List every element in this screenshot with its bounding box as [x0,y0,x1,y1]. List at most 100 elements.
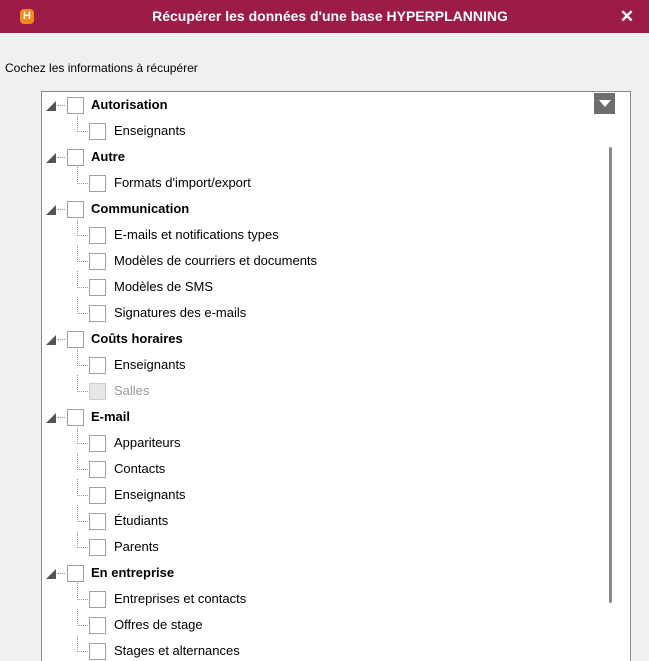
tree-connector [77,479,88,496]
tree-connector [77,375,88,392]
item-label: Offres de stage [114,617,203,632]
category-checkbox[interactable] [67,149,84,166]
tree-connector [77,505,88,522]
tree-connector [77,271,88,288]
item-label: Enseignants [114,487,186,502]
item-label: Modèles de SMS [114,279,213,294]
item-label: Parents [114,539,159,554]
category-tree: Autorisation Enseignants Autre Formats d'im… [42,92,602,661]
tree-connector [77,219,88,236]
tree-connector [77,531,88,548]
item-checkbox[interactable] [89,487,106,504]
item-checkbox[interactable] [89,279,106,296]
tree-connector [77,453,88,470]
category-row[interactable]: Communication [42,196,602,222]
category-label: E-mail [91,409,131,424]
item-checkbox[interactable] [89,539,106,556]
instruction-label: Cochez les informations à récupérer [5,61,198,75]
tree-connector [57,417,65,418]
item-checkbox[interactable] [89,227,106,244]
item-row[interactable]: Appariteurs [42,427,602,456]
category-checkbox[interactable] [67,97,84,114]
item-checkbox[interactable] [89,123,106,140]
close-button[interactable]: ✕ [613,0,641,33]
item-label: Signatures des e-mails [114,305,247,320]
category-row[interactable]: Autre [42,144,602,170]
category-checkbox[interactable] [67,201,84,218]
item-row[interactable]: Parents [42,531,602,560]
category-label: En entreprise [91,565,175,580]
item-checkbox[interactable] [89,435,106,452]
item-label: Modèles de courriers et documents [114,253,318,268]
title-bar: H Récupérer les données d'une base HYPER… [0,0,649,33]
tree-connector [77,349,88,366]
item-checkbox [89,383,106,400]
item-checkbox[interactable] [89,253,106,270]
tree-connector [77,583,88,600]
item-checkbox[interactable] [89,305,106,322]
item-checkbox[interactable] [89,513,106,530]
item-checkbox[interactable] [89,175,106,192]
item-label: Contacts [114,461,166,476]
tree-connector [57,573,65,574]
category-label: Autre [91,149,125,164]
category-label: Coûts horaires [91,331,183,346]
item-checkbox[interactable] [89,643,106,660]
tree-connector [77,635,88,652]
item-row[interactable]: Stages et alternances [42,635,602,661]
tree-connector [57,339,65,340]
item-row[interactable]: Entreprises et contacts [42,583,602,612]
expanded-triangle-icon[interactable] [45,412,57,424]
item-row[interactable]: E-mails et notifications types [42,219,602,248]
tree-connector [77,609,88,626]
tree-connector [57,157,65,158]
item-row[interactable]: Offres de stage [42,609,602,638]
category-row[interactable]: En entreprise [42,560,602,586]
item-label: Enseignants [114,123,186,138]
item-row[interactable]: Signatures des e-mails [42,297,602,326]
data-category-list[interactable]: Autorisation Enseignants Autre Formats d'im… [41,91,631,661]
item-row[interactable]: Salles [42,375,602,404]
item-label: Appariteurs [114,435,181,450]
category-checkbox[interactable] [67,331,84,348]
scrollbar-thumb[interactable] [609,147,612,603]
tree-connector [57,105,65,106]
item-label: Formats d'import/export [114,175,251,190]
item-row[interactable]: Contacts [42,453,602,482]
expanded-triangle-icon[interactable] [45,204,57,216]
category-row[interactable]: Coûts horaires [42,326,602,352]
item-row[interactable]: Enseignants [42,349,602,378]
tree-connector [77,245,88,262]
expanded-triangle-icon[interactable] [45,334,57,346]
tree-connector [77,427,88,444]
scroll-down-button[interactable] [594,93,615,114]
category-label: Communication [91,201,190,216]
item-checkbox[interactable] [89,617,106,634]
item-row[interactable]: Étudiants [42,505,602,534]
item-checkbox[interactable] [89,357,106,374]
expanded-triangle-icon[interactable] [45,100,57,112]
item-label: Stages et alternances [114,643,240,658]
tree-connector [77,167,88,184]
item-row[interactable]: Modèles de courriers et documents [42,245,602,274]
category-row[interactable]: E-mail [42,404,602,430]
category-checkbox[interactable] [67,565,84,582]
item-label: Salles [114,383,150,398]
item-row[interactable]: Modèles de SMS [42,271,602,300]
window-title: Récupérer les données d'une base HYPERPL… [152,8,508,24]
category-row[interactable]: Autorisation [42,92,602,118]
expanded-triangle-icon[interactable] [45,568,57,580]
expanded-triangle-icon[interactable] [45,152,57,164]
category-checkbox[interactable] [67,409,84,426]
item-row[interactable]: Enseignants [42,115,602,144]
item-label: Enseignants [114,357,186,372]
tree-connector [77,297,88,314]
tree-connector [57,209,65,210]
item-checkbox[interactable] [89,461,106,478]
item-row[interactable]: Formats d'import/export [42,167,602,196]
tree-connector [77,115,88,132]
item-row[interactable]: Enseignants [42,479,602,508]
item-checkbox[interactable] [89,591,106,608]
hyperplanning-app-icon: H [20,9,34,24]
category-label: Autorisation [91,97,168,112]
